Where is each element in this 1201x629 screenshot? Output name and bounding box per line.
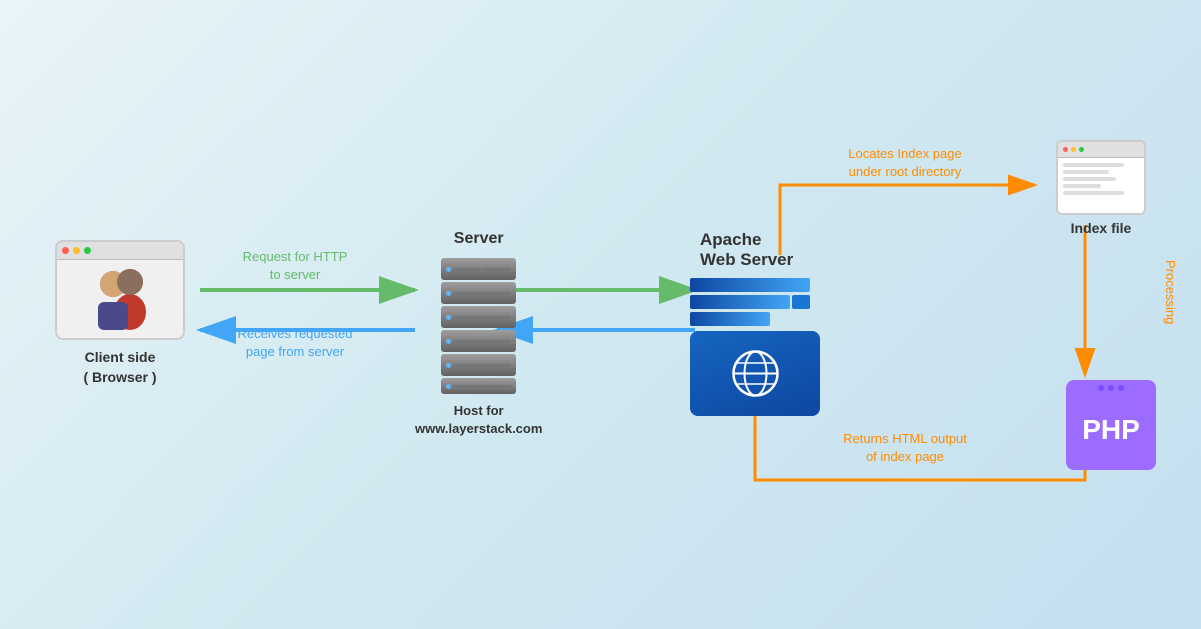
browser-content	[57, 260, 183, 338]
orange-top-label: Locates Index page under root directory	[790, 145, 1020, 181]
rack-led-5	[446, 363, 451, 368]
php-section: PHP	[1066, 380, 1156, 470]
rack-unit-6	[441, 378, 516, 394]
apache-bar-2	[690, 295, 790, 309]
browser-titlebar	[57, 242, 183, 260]
php-dot-1	[1098, 385, 1104, 391]
php-dot-3	[1118, 385, 1124, 391]
rack-strip-7	[454, 385, 511, 388]
file-titlebar	[1058, 142, 1144, 158]
file-dot-red	[1063, 147, 1068, 152]
rack-unit-5	[441, 354, 516, 376]
rack-led-6	[446, 384, 451, 389]
file-line-5	[1063, 191, 1124, 195]
processing-label: Processing	[1161, 260, 1179, 324]
file-line-3	[1063, 177, 1116, 181]
file-line-1	[1063, 163, 1124, 167]
apache-bars-row3	[690, 312, 820, 326]
apache-section: Apache Web Server	[690, 230, 820, 416]
apache-visual	[690, 278, 820, 416]
rack-led-3	[446, 315, 451, 320]
index-file-label: Index file	[1071, 220, 1132, 236]
rack-strip-6	[454, 364, 511, 367]
apache-bars-row1	[690, 278, 820, 292]
globe-icon	[728, 346, 783, 401]
browser-window	[55, 240, 185, 340]
dot-yellow	[73, 247, 80, 254]
rack-strip	[454, 268, 481, 271]
php-icon: PHP	[1066, 380, 1156, 470]
php-icon-dots	[1066, 385, 1156, 391]
php-dot-2	[1108, 385, 1114, 391]
file-line-4	[1063, 184, 1101, 188]
rack-strip-5	[454, 340, 511, 343]
rack-unit-2	[441, 282, 516, 304]
client-label: Client side ( Browser )	[83, 348, 156, 387]
index-file-icon	[1056, 140, 1146, 215]
server-tower	[441, 258, 516, 394]
apache-screen	[690, 331, 820, 416]
response-label: Receives requested page from server	[195, 325, 395, 361]
file-content-lines	[1058, 158, 1144, 200]
rack-unit-3	[441, 306, 516, 328]
server-bottom-label: Host for www.layerstack.com	[415, 402, 542, 438]
dot-green	[84, 247, 91, 254]
file-dot-yellow	[1071, 147, 1076, 152]
apache-bar-4	[690, 312, 770, 326]
client-section: Client side ( Browser )	[55, 240, 185, 387]
file-dot-green	[1079, 147, 1084, 152]
file-line-2	[1063, 170, 1109, 174]
server-section: Server	[415, 230, 542, 438]
rack-led-2	[446, 291, 451, 296]
diagram-container: Client side ( Browser ) Request for HTTP…	[0, 0, 1201, 629]
php-text: PHP	[1082, 414, 1140, 446]
server-top-label: Server	[454, 230, 504, 248]
index-file-section: Index file	[1056, 140, 1146, 236]
request-label: Request for HTTP to server	[195, 248, 395, 284]
rack-led	[446, 267, 451, 272]
rack-unit-4	[441, 330, 516, 352]
apache-bar-1	[690, 278, 810, 292]
rack-strip-4	[454, 316, 511, 319]
rack-unit-1	[441, 258, 516, 280]
rack-strip-2	[484, 268, 511, 271]
rack-strip-3	[454, 292, 511, 295]
rack-led-4	[446, 339, 451, 344]
orange-bottom-label: Returns HTML output of index page	[790, 430, 1020, 466]
people-icon	[78, 264, 163, 334]
apache-bar-3	[792, 295, 810, 309]
apache-label: Apache Web Server	[700, 230, 793, 270]
dot-red	[62, 247, 69, 254]
apache-bars-row2	[690, 295, 820, 309]
